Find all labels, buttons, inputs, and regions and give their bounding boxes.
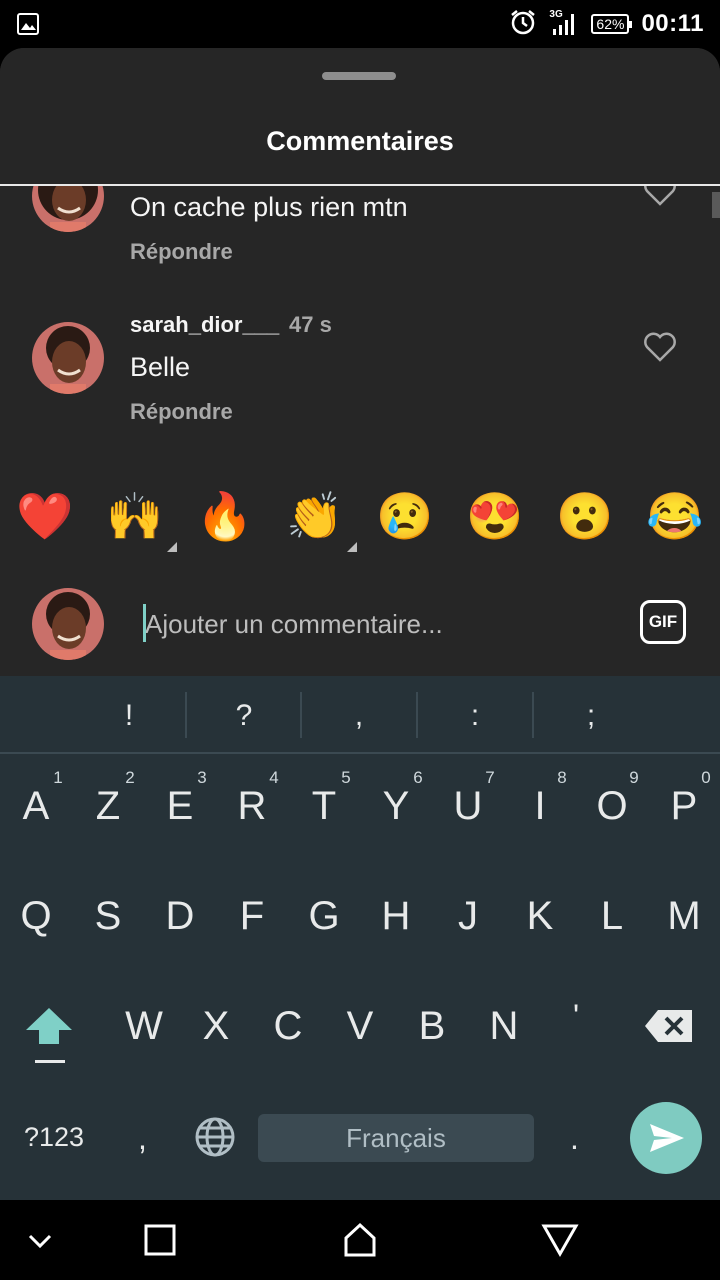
signal-icon: 3G — [549, 9, 579, 37]
key-w[interactable]: W — [108, 1004, 180, 1049]
key-y[interactable]: Y — [360, 784, 432, 829]
surprised-face-emoji[interactable]: 😮 — [555, 486, 615, 546]
send-arrow-icon — [650, 1124, 684, 1152]
key-n[interactable]: N — [468, 1004, 540, 1049]
suggestion-semicolon[interactable]: ; — [533, 676, 649, 754]
suggestion-comma[interactable]: , — [301, 676, 417, 754]
recents-icon[interactable] — [140, 1220, 180, 1260]
backspace-icon[interactable] — [644, 1008, 694, 1044]
key-e[interactable]: E — [144, 784, 216, 829]
comments-sheet: Commentaires On cache plus rien mtn Répo… — [0, 48, 720, 676]
sheet-title-label: Commentaires — [266, 126, 454, 156]
send-key[interactable] — [630, 1102, 702, 1174]
key-s[interactable]: S — [72, 894, 144, 939]
crying-face-emoji[interactable]: 😢 — [375, 486, 435, 546]
symbols-key[interactable]: ?123 — [24, 1122, 84, 1153]
navigation-bar — [0, 1200, 720, 1280]
raising-hands-emoji[interactable]: 🙌 — [105, 486, 177, 552]
drag-handle-bar[interactable] — [322, 72, 396, 80]
key-g[interactable]: G — [288, 894, 360, 939]
image-notification-icon — [16, 12, 40, 41]
period-key[interactable]: . — [570, 1120, 579, 1157]
key-v[interactable]: V — [324, 1004, 396, 1049]
suggestion-exclamation[interactable]: ! — [71, 676, 187, 754]
clock: 00:11 — [641, 10, 704, 37]
reply-button[interactable]: Répondre — [130, 239, 233, 265]
keyboard: ! ? , : ; 1 2 3 4 5 6 7 8 9 0 A Z E R T … — [0, 676, 720, 1200]
comma-key[interactable]: , — [138, 1120, 147, 1157]
home-icon[interactable] — [340, 1220, 380, 1260]
fire-emoji[interactable]: 🔥 — [195, 486, 255, 546]
key-c[interactable]: C — [252, 1004, 324, 1049]
suggestion-strip: ! ? , : ; — [0, 676, 720, 754]
comment-username[interactable]: sarah_dior___ — [130, 312, 279, 338]
key-l[interactable]: L — [576, 894, 648, 939]
key-a[interactable]: A — [0, 784, 72, 829]
emoji-quick-bar: ❤️ 🙌 🔥 👏 😢 😍 😮 😂 — [0, 486, 720, 556]
key-u[interactable]: U — [432, 784, 504, 829]
key-r[interactable]: R — [216, 784, 288, 829]
comment-text: On cache plus rien mtn — [130, 192, 408, 222]
heart-emoji[interactable]: ❤️ — [15, 486, 75, 546]
comment-text: Belle — [130, 352, 191, 382]
laughing-face-emoji[interactable]: 😂 — [645, 486, 705, 546]
header-divider — [0, 184, 720, 186]
key-m[interactable]: M — [648, 894, 720, 939]
key-p[interactable]: P — [648, 784, 720, 829]
heart-eyes-emoji[interactable]: 😍 — [465, 486, 525, 546]
like-heart-icon[interactable] — [643, 332, 677, 367]
key-k[interactable]: K — [504, 894, 576, 939]
hide-keyboard-icon[interactable] — [20, 1220, 60, 1260]
key-d[interactable]: D — [144, 894, 216, 939]
suggestion-colon[interactable]: : — [417, 676, 533, 754]
screen: 3G 62% 00:11 Commentaires On cache plus … — [0, 0, 720, 1280]
key-o[interactable]: O — [576, 784, 648, 829]
key-f[interactable]: F — [216, 894, 288, 939]
comment-avatar[interactable] — [32, 322, 104, 394]
battery-indicator: 62% — [591, 14, 633, 34]
clapping-hands-emoji[interactable]: 👏 — [285, 486, 357, 552]
key-j[interactable]: J — [432, 894, 504, 939]
key-h[interactable]: H — [360, 894, 432, 939]
reply-button[interactable]: Répondre — [130, 399, 233, 425]
key-t[interactable]: T — [288, 784, 360, 829]
gif-button[interactable]: GIF — [640, 600, 686, 644]
key-z[interactable]: Z — [72, 784, 144, 829]
key-b[interactable]: B — [396, 1004, 468, 1049]
alarm-icon — [509, 8, 537, 41]
comment-input[interactable]: Ajouter un commentaire... — [145, 604, 615, 644]
status-bar: 3G 62% 00:11 — [0, 0, 720, 48]
key-q[interactable]: Q — [0, 894, 72, 939]
comment-time: 47 s — [289, 312, 332, 337]
key-apostrophe[interactable]: ' — [540, 998, 612, 1035]
key-x[interactable]: X — [180, 1004, 252, 1049]
key-i[interactable]: I — [504, 784, 576, 829]
scrollbar[interactable] — [712, 192, 720, 218]
shift-key-icon[interactable] — [22, 1004, 76, 1068]
space-bar[interactable]: Français — [258, 1114, 534, 1162]
suggestion-question[interactable]: ? — [186, 676, 302, 754]
current-user-avatar — [32, 588, 104, 660]
globe-icon[interactable] — [194, 1116, 236, 1158]
text-cursor — [143, 604, 146, 642]
back-icon[interactable] — [540, 1220, 580, 1260]
sheet-header — [0, 48, 720, 185]
